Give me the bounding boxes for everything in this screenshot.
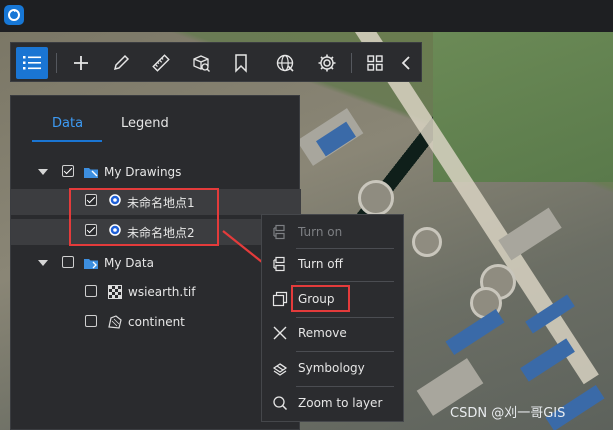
menu-item-label: Turn on — [298, 225, 343, 239]
group-layers-icon — [272, 291, 288, 307]
symbology-icon — [272, 360, 288, 376]
annotation-highlight-box — [291, 285, 350, 312]
menu-item-zoom-to-layer[interactable]: Zoom to layer — [262, 388, 403, 418]
menu-item-label: Turn off — [298, 257, 343, 271]
context-menu: Turn on Turn off Group Remove Symbology … — [261, 214, 404, 422]
layer-visibility-icon — [272, 224, 288, 240]
menu-item-label: Remove — [298, 326, 347, 340]
menu-item-symbology[interactable]: Symbology — [262, 353, 403, 383]
menu-item-label: Zoom to layer — [298, 396, 383, 410]
zoom-icon — [272, 395, 288, 411]
menu-item-turn-on[interactable]: Turn on — [262, 217, 403, 247]
menu-item-label: Symbology — [298, 361, 365, 375]
close-icon — [272, 325, 288, 341]
menu-item-turn-off[interactable]: Turn off — [262, 249, 403, 279]
menu-divider — [296, 386, 394, 387]
menu-divider — [296, 351, 394, 352]
menu-divider — [296, 281, 394, 282]
layer-visibility-icon — [272, 256, 288, 272]
menu-item-remove[interactable]: Remove — [262, 318, 403, 348]
watermark-text: CSDN @刈一哥GIS — [450, 406, 566, 421]
